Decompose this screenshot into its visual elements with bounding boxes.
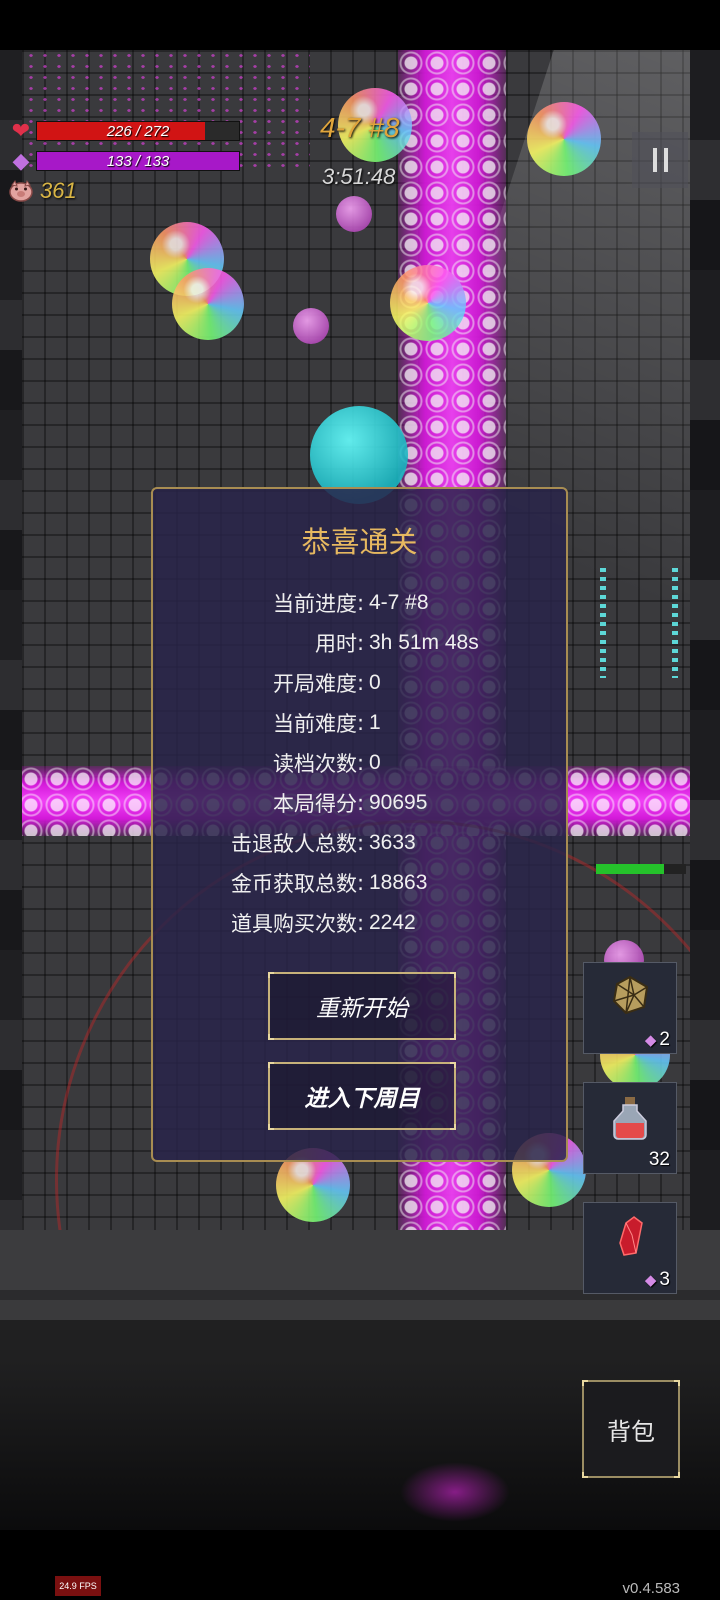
stat-row-enemies-defeated: 击退敌人总数 : 3633	[153, 828, 566, 858]
pig-coin-icon	[8, 178, 34, 204]
diamond-gem-icon: ◆	[644, 1032, 657, 1049]
laser-glow	[400, 1462, 510, 1522]
pause-icon	[652, 148, 657, 172]
stat-label: 当前难度	[273, 712, 357, 736]
stat-row-items-purchased: 道具购买次数 : 2242	[153, 908, 566, 938]
stat-label: 当前进度	[273, 592, 357, 616]
next-cycle-button-label: 进入下周目	[304, 1086, 420, 1112]
stat-row-current-difficulty: 当前难度 : 1	[153, 708, 566, 738]
stat-value: 2242	[369, 911, 416, 934]
red-crystal-icon	[584, 1213, 676, 1269]
stat-value: 90695	[369, 791, 428, 814]
enemy-health-bar	[596, 864, 686, 874]
pause-button[interactable]	[632, 132, 688, 188]
stat-row-start-difficulty: 开局难度 : 0	[153, 668, 566, 698]
hp-text: 226 / 272	[106, 122, 170, 140]
stat-value: 0	[369, 671, 381, 694]
stat-row-progress: 当前进度 : 4-7 #8	[153, 588, 566, 618]
potion-flask-icon	[584, 1093, 676, 1153]
stage-clear-dialog: 恭喜通关 当前进度 : 4-7 #8 用时 : 3h 51m 48s 开局难度 …	[151, 487, 568, 1162]
mana-text: 133 / 133	[106, 152, 170, 170]
rainbow-bubble	[527, 102, 601, 176]
item-slot-2[interactable]: 32	[583, 1082, 677, 1174]
stat-label: 用时	[315, 632, 357, 656]
diamond-gem-icon: ◆	[12, 148, 30, 174]
stat-value: 18863	[369, 871, 428, 894]
stat-label: 读档次数	[273, 752, 357, 776]
stat-value: 1	[369, 711, 381, 734]
left-wall	[0, 50, 22, 1230]
stat-value: 0	[369, 751, 381, 774]
stat-label: 金币获取总数	[231, 872, 357, 896]
hp-bar-row: ❤ 226 / 272	[8, 118, 240, 144]
fps-counter: 24.9 FPS	[55, 1576, 101, 1596]
stat-label: 本局得分	[273, 792, 357, 816]
mana-bar: 133 / 133	[36, 151, 240, 171]
coin-row: 361	[8, 178, 77, 204]
restart-button-label: 重新开始	[316, 996, 408, 1022]
stat-label: 击退敌人总数	[231, 832, 357, 856]
stat-label: 开局难度	[273, 672, 357, 696]
item-count: 32	[648, 1149, 670, 1170]
stat-row-score: 本局得分 : 90695	[153, 788, 566, 818]
elapsed-timer: 3:51:48	[322, 164, 396, 189]
stat-row-load-count: 读档次数 : 0	[153, 748, 566, 778]
pink-orb	[336, 196, 372, 232]
diamond-gem-icon: ◆	[644, 1272, 657, 1289]
stat-value: 3h 51m 48s	[369, 631, 479, 654]
right-wall	[690, 50, 720, 1230]
next-cycle-button[interactable]: 进入下周目	[268, 1062, 456, 1130]
stat-row-coins-collected: 金币获取总数 : 18863	[153, 868, 566, 898]
stat-row-time: 用时 : 3h 51m 48s	[153, 628, 566, 658]
item-count: 3	[659, 1269, 670, 1290]
version-label: v0.4.583	[622, 1580, 680, 1597]
restart-button[interactable]: 重新开始	[268, 972, 456, 1040]
polyhedron-die-icon	[584, 973, 676, 1027]
stat-label: 道具购买次数	[231, 912, 357, 936]
coin-count: 361	[40, 178, 77, 203]
item-slot-1[interactable]: ◆ 2	[583, 962, 677, 1054]
bag-button-label: 背包	[607, 1417, 655, 1446]
stat-value: 3633	[369, 831, 416, 854]
heart-icon: ❤	[11, 118, 31, 144]
pink-orb	[293, 308, 329, 344]
rainbow-bubble	[390, 265, 466, 341]
rainbow-bubble	[172, 268, 244, 340]
item-slot-3[interactable]: ◆ 3	[583, 1202, 677, 1294]
hp-bar: 226 / 272	[36, 121, 240, 141]
mana-bar-row: ◆ 133 / 133	[8, 148, 240, 174]
dialog-title: 恭喜通关	[301, 525, 418, 559]
cyan-crystal	[600, 568, 606, 678]
stat-value: 4-7 #8	[369, 591, 429, 614]
item-count: 2	[659, 1029, 670, 1050]
cyan-crystal	[672, 568, 678, 678]
stage-label: 4-7 #8	[320, 112, 400, 143]
bag-button[interactable]: 背包	[582, 1380, 680, 1478]
